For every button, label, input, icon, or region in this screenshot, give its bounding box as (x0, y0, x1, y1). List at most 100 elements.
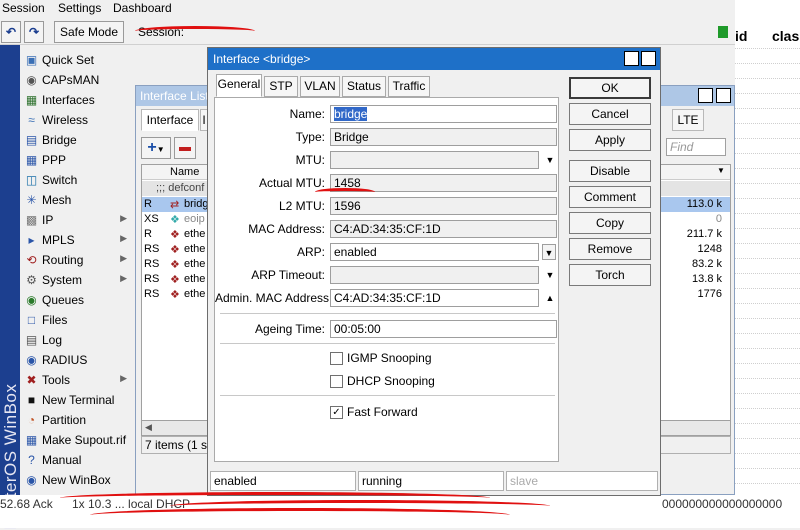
menu-session[interactable]: Session (2, 1, 45, 15)
mtu-label: MTU: (295, 153, 325, 167)
close-icon[interactable]: ✕ (641, 51, 656, 66)
fast-forward-checkbox[interactable]: ✓ (330, 406, 343, 419)
sidebar-item-interfaces[interactable]: ▦ Interfaces (20, 90, 135, 110)
menubar: Session Settings Dashboard (0, 0, 735, 17)
sidebar-item-tools[interactable]: ✖ Tools ▶ (20, 370, 135, 390)
cancel-button[interactable]: Cancel (569, 103, 651, 125)
dhcp-snooping-label: DHCP Snooping (347, 374, 435, 388)
tab-general[interactable]: General (216, 74, 262, 97)
arp-timeout-field[interactable] (330, 266, 539, 284)
safe-mode-button[interactable]: Safe Mode (54, 21, 124, 43)
tab-lte[interactable]: LTE (672, 109, 704, 131)
sidebar-item-system[interactable]: ⚙ System ▶ (20, 270, 135, 290)
switch-icon: ◫ (25, 173, 38, 187)
tab-stp[interactable]: STP (264, 76, 298, 97)
admin-mac-collapse-icon[interactable]: ▲ (543, 290, 557, 306)
copy-button[interactable]: Copy (569, 212, 651, 234)
sidebar-item-manual[interactable]: ? Manual (20, 450, 135, 470)
fast-forward-label: Fast Forward (347, 405, 418, 419)
name-field[interactable]: bridge (330, 105, 557, 123)
sidebar-item-capsman[interactable]: ◉ CAPsMAN (20, 70, 135, 90)
maximize-icon[interactable]: □ (698, 88, 713, 103)
type-field: Bridge (330, 128, 557, 146)
sidebar-item-new-terminal[interactable]: ■ New Terminal (20, 390, 135, 410)
sidebar-item-label: Interfaces (42, 93, 95, 107)
col-header-id: id (735, 28, 748, 44)
menu-dashboard[interactable]: Dashboard (113, 1, 172, 15)
add-button[interactable]: +▼ (141, 137, 171, 159)
igmp-snooping-checkbox[interactable] (330, 352, 343, 365)
arp-dropdown-icon[interactable]: ▼ (542, 244, 556, 260)
sidebar-item-ppp[interactable]: ▦ PPP (20, 150, 135, 170)
disable-button[interactable]: Disable (569, 160, 651, 182)
row-value: 211.7 k (686, 228, 722, 240)
find-input[interactable]: Find (666, 138, 726, 156)
status-slave: slave (506, 471, 658, 491)
sidebar-menu: ▣ Quick Set ◉ CAPsMAN ▦ Interfaces ≈ Wireless ▤ B… (20, 45, 135, 495)
row-name: eoip (184, 213, 205, 225)
tab-interface[interactable]: Interface (141, 109, 199, 131)
apply-button[interactable]: Apply (569, 129, 651, 151)
sidebar-item-quick-set[interactable]: ▣ Quick Set (20, 50, 135, 70)
sidebar-item-radius[interactable]: ◉ RADIUS (20, 350, 135, 370)
ageing-time-field[interactable]: 00:05:00 (330, 320, 557, 338)
comment-button[interactable]: Comment (569, 186, 651, 208)
redaction-scribble (90, 508, 510, 522)
sidebar-item-routing[interactable]: ⟲ Routing ▶ (20, 250, 135, 270)
sidebar-item-label: Wireless (42, 113, 89, 127)
sidebar-item-bridge[interactable]: ▤ Bridge (20, 130, 135, 150)
sidebar-item-label: Partition (42, 413, 87, 427)
remove-button[interactable]: Remove (569, 238, 651, 260)
remove-button[interactable] (174, 137, 196, 159)
ageing-time-label: Ageing Time: (254, 322, 325, 336)
sidebar-item-make-supout-rif[interactable]: ▦ Make Supout.rif (20, 430, 135, 450)
row-name: ethe (184, 258, 206, 270)
tab-vlan[interactable]: VLAN (300, 76, 340, 97)
sidebar-item-mesh[interactable]: ✳ Mesh (20, 190, 135, 210)
admin-mac-field[interactable]: C4:AD:34:35:CF:1D (330, 289, 539, 307)
bridge-icon: ⇄ (170, 199, 180, 211)
arp-timeout-dropdown-icon[interactable]: ▼ (543, 267, 557, 283)
terminal-icon: ■ (27, 393, 36, 407)
sidebar-item-wireless[interactable]: ≈ Wireless (20, 110, 135, 130)
close-icon[interactable]: ✕ (716, 88, 731, 103)
dhcp-snooping-checkbox[interactable] (330, 375, 343, 388)
sidebar-item-mpls[interactable]: ▸ MPLS ▶ (20, 230, 135, 250)
row-flag: R (144, 198, 152, 210)
row-flag: RS (144, 273, 160, 285)
scroll-left-icon[interactable]: ◀ (145, 422, 152, 433)
mtu-field[interactable] (330, 151, 539, 169)
sidebar-item-label: RADIUS (42, 353, 88, 367)
sidebar-item-ip[interactable]: ▩ IP ▶ (20, 210, 135, 230)
row-name: ethe (184, 288, 206, 300)
sidebar-item-label: Manual (42, 453, 82, 467)
type-label: Type: (295, 130, 325, 144)
ppp-icon: ▦ (25, 153, 38, 167)
separator (220, 395, 555, 396)
torch-button[interactable]: Torch (569, 264, 651, 286)
ethernet-icon: ❖ (170, 229, 180, 241)
sidebar-item-partition[interactable]: ◔ Partition (20, 410, 135, 430)
separator (220, 313, 555, 314)
dialog-titlebar[interactable]: Interface <bridge> □ ✕ (208, 48, 660, 70)
tab-status[interactable]: Status (342, 76, 386, 97)
col-header-class: clas (772, 28, 800, 44)
col-name[interactable]: Name (170, 166, 199, 178)
sidebar-item-new-winbox[interactable]: ◉ New WinBox (20, 470, 135, 490)
ok-button[interactable]: OK (569, 77, 651, 99)
row-value: 1776 (697, 288, 722, 300)
col-dropdown-icon[interactable]: ▼ (717, 166, 725, 175)
redo-button[interactable]: ↷ (24, 21, 44, 43)
sidebar-item-switch[interactable]: ◫ Switch (20, 170, 135, 190)
tab-traffic[interactable]: Traffic (388, 76, 430, 97)
undo-button[interactable]: ↶ (1, 21, 21, 43)
sidebar-item-queues[interactable]: ◉ Queues (20, 290, 135, 310)
maximize-icon[interactable]: □ (624, 51, 639, 66)
ethernet-icon: ❖ (170, 289, 180, 301)
sidebar-item-files[interactable]: □ Files (20, 310, 135, 330)
mtu-dropdown-icon[interactable]: ▼ (543, 152, 557, 168)
system-icon: ⚙ (26, 273, 37, 287)
menu-settings[interactable]: Settings (58, 1, 101, 15)
sidebar-item-log[interactable]: ▤ Log (20, 330, 135, 350)
arp-select[interactable]: enabled (330, 243, 539, 261)
